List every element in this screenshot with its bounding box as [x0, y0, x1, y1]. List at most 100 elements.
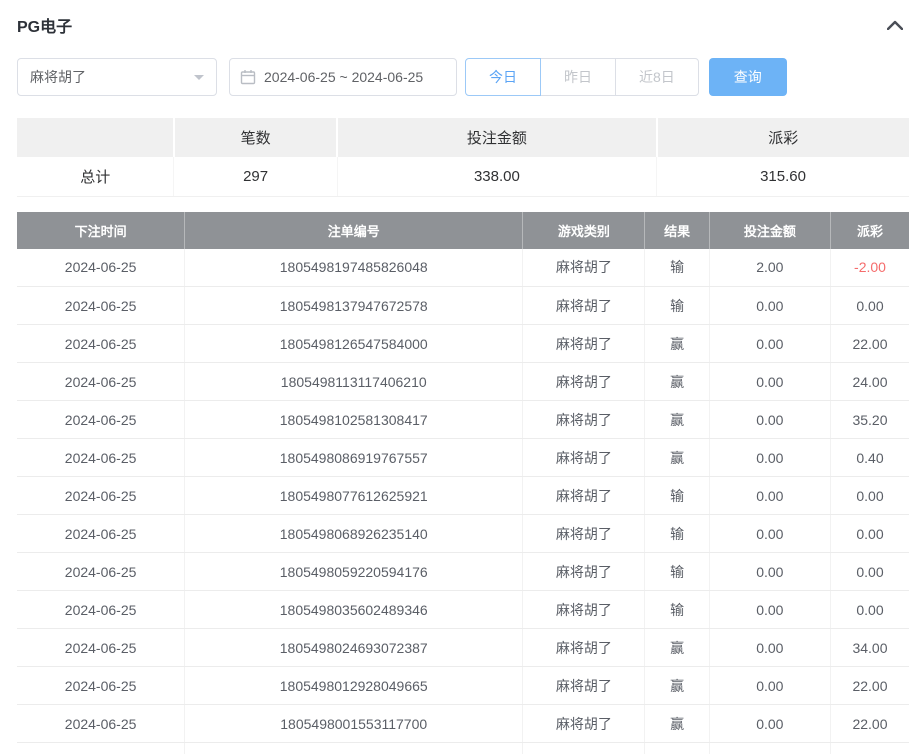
table-row: 2024-06-251805498126547584000麻将胡了赢0.0022… — [17, 325, 909, 363]
result-cell: 赢 — [645, 629, 709, 667]
quick-date-group: 今日 昨日 近8日 — [465, 58, 699, 96]
panel-header: PG电子 — [17, 12, 909, 38]
chevron-down-icon — [194, 75, 204, 85]
date-range-picker[interactable]: 2024-06-25 ~ 2024-06-25 — [229, 58, 457, 96]
payout-cell: 0.00 — [830, 515, 909, 553]
chevron-up-icon — [887, 20, 903, 30]
payout-cell: 0.00 — [830, 553, 909, 591]
bet-time-cell: 2024-06-25 — [17, 287, 185, 325]
bet-no-cell: 1805497990181347841 — [185, 743, 523, 754]
game-type-cell: 麻将胡了 — [523, 287, 645, 325]
bet-no-cell: 1805498102581308417 — [185, 401, 523, 439]
summary-total-row: 总计 297 338.00 315.60 — [17, 157, 909, 196]
bet-no-cell: 1805498035602489346 — [185, 591, 523, 629]
bet-amount-cell: 0.00 — [709, 401, 830, 439]
payout-cell: 0.00 — [830, 287, 909, 325]
bet-no-cell: 1805498126547584000 — [185, 325, 523, 363]
summary-payout-value: 315.60 — [657, 157, 909, 196]
result-cell: 赢 — [645, 439, 709, 477]
col-payout: 派彩 — [830, 212, 909, 249]
summary-header-count: 笔数 — [174, 118, 337, 157]
bet-no-cell: 1805498012928049665 — [185, 667, 523, 705]
game-type-cell: 麻将胡了 — [523, 477, 645, 515]
today-button[interactable]: 今日 — [465, 58, 541, 96]
payout-cell: -2.00 — [830, 249, 909, 287]
bet-no-cell: 1805498024693072387 — [185, 629, 523, 667]
result-cell: 输 — [645, 287, 709, 325]
bet-records-table: 下注时间 注单编号 游戏类别 结果 投注金额 派彩 2024-06-251805… — [17, 212, 909, 754]
table-row: 2024-06-251805498012928049665麻将胡了赢0.0022… — [17, 667, 909, 705]
game-select[interactable]: 麻将胡了 — [17, 58, 217, 96]
bet-no-cell: 1805498137947672578 — [185, 287, 523, 325]
payout-cell: 22.00 — [830, 667, 909, 705]
bet-no-cell: 1805498077612625921 — [185, 477, 523, 515]
calendar-icon — [240, 69, 256, 85]
result-cell: 赢 — [645, 325, 709, 363]
bet-time-cell: 2024-06-25 — [17, 515, 185, 553]
panel-title: PG电子 — [17, 13, 72, 37]
payout-cell: 24.00 — [830, 363, 909, 401]
result-cell: 赢 — [645, 743, 709, 754]
game-type-cell: 麻将胡了 — [523, 553, 645, 591]
bet-amount-cell: 0.00 — [709, 705, 830, 743]
bet-amount-cell: 0.00 — [709, 515, 830, 553]
filter-bar: 麻将胡了 2024-06-25 ~ 2024-06-25 今日 昨日 近8日 查… — [17, 58, 909, 96]
bet-no-cell: 1805498197485826048 — [185, 249, 523, 287]
bet-time-cell: 2024-06-25 — [17, 629, 185, 667]
payout-cell: 22.00 — [830, 325, 909, 363]
result-cell: 输 — [645, 477, 709, 515]
result-cell: 输 — [645, 249, 709, 287]
bet-amount-cell: 0.00 — [709, 325, 830, 363]
game-type-cell: 麻将胡了 — [523, 249, 645, 287]
search-button[interactable]: 查询 — [709, 58, 787, 96]
last-8-days-button[interactable]: 近8日 — [615, 58, 699, 96]
result-cell: 输 — [645, 553, 709, 591]
bet-time-cell: 2024-06-25 — [17, 477, 185, 515]
payout-cell: 0.00 — [830, 591, 909, 629]
payout-cell: 22.00 — [830, 705, 909, 743]
payout-cell: 0.00 — [830, 743, 909, 754]
summary-total-label: 总计 — [17, 157, 174, 196]
bet-no-cell: 1805498086919767557 — [185, 439, 523, 477]
summary-header-payout: 派彩 — [657, 118, 909, 157]
game-type-cell: 麻将胡了 — [523, 591, 645, 629]
bet-no-cell: 1805498113117406210 — [185, 363, 523, 401]
bet-table-body: 2024-06-251805498197485826048麻将胡了输2.00-2… — [17, 249, 909, 754]
result-cell: 赢 — [645, 401, 709, 439]
bet-time-cell: 2024-06-25 — [17, 439, 185, 477]
summary-header-blank — [17, 118, 174, 157]
bet-time-cell: 2024-06-25 — [17, 667, 185, 705]
result-cell: 赢 — [645, 667, 709, 705]
game-type-cell: 麻将胡了 — [523, 705, 645, 743]
bet-time-cell: 2024-06-25 — [17, 325, 185, 363]
payout-cell: 34.00 — [830, 629, 909, 667]
yesterday-button[interactable]: 昨日 — [540, 58, 616, 96]
bet-time-cell: 2024-06-25 — [17, 591, 185, 629]
collapse-button[interactable] — [887, 20, 909, 30]
col-bet-no: 注单编号 — [185, 212, 523, 249]
table-row: 2024-06-251805498077612625921麻将胡了输0.000.… — [17, 477, 909, 515]
result-cell: 赢 — [645, 363, 709, 401]
bet-amount-cell: 0.00 — [709, 477, 830, 515]
bet-amount-cell: 0.00 — [709, 363, 830, 401]
game-type-cell: 麻将胡了 — [523, 401, 645, 439]
table-row: 2024-06-251805498113117406210麻将胡了赢0.0024… — [17, 363, 909, 401]
game-type-cell: 麻将胡了 — [523, 439, 645, 477]
date-range-value: 2024-06-25 ~ 2024-06-25 — [264, 69, 423, 85]
bet-time-cell: 2024-06-25 — [17, 249, 185, 287]
game-select-value: 麻将胡了 — [30, 67, 86, 87]
payout-cell: 35.20 — [830, 401, 909, 439]
bet-amount-cell: 0.00 — [709, 591, 830, 629]
game-type-cell: 麻将胡了 — [523, 363, 645, 401]
table-row: 2024-06-251805497990181347841麻将胡了赢0.000.… — [17, 743, 909, 754]
summary-header-row: 笔数 投注金额 派彩 — [17, 118, 909, 157]
game-type-cell: 麻将胡了 — [523, 629, 645, 667]
payout-cell: 0.40 — [830, 439, 909, 477]
summary-count-value: 297 — [174, 157, 337, 196]
table-row: 2024-06-251805498137947672578麻将胡了输0.000.… — [17, 287, 909, 325]
col-game-type: 游戏类别 — [523, 212, 645, 249]
bet-amount-cell: 2.00 — [709, 249, 830, 287]
table-row: 2024-06-251805498035602489346麻将胡了输0.000.… — [17, 591, 909, 629]
bet-no-cell: 1805498001553117700 — [185, 705, 523, 743]
table-row: 2024-06-251805498197485826048麻将胡了输2.00-2… — [17, 249, 909, 287]
